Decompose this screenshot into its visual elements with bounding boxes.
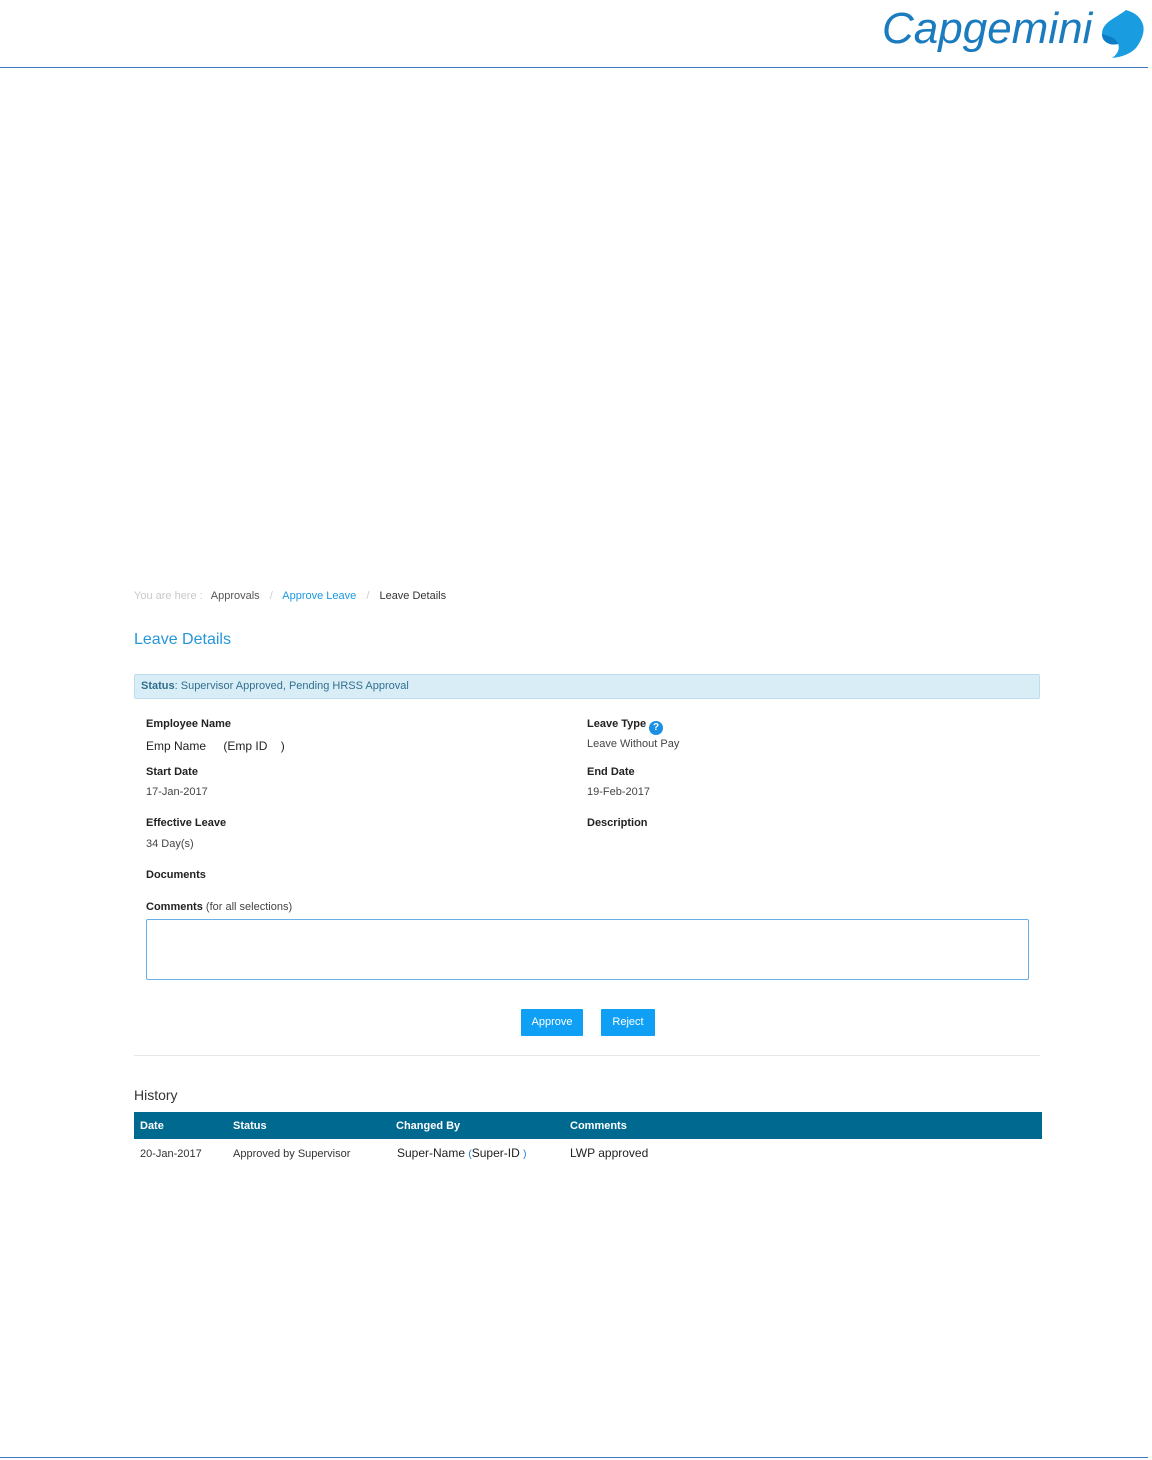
effective-leave-label: Effective Leave [146,817,227,829]
start-date-value: 17-Jan-2017 [146,786,208,798]
logo-wordmark: Capgemini [882,4,1094,53]
start-date-label: Start Date [146,766,198,778]
comments-label: Comments [146,901,203,913]
history-comments-cell: LWP approved [570,1146,649,1160]
history-title: History [134,1087,178,1103]
capgemini-logo: Capgemini [880,2,1148,64]
employee-id-open: (Emp ID [223,739,268,753]
approve-button[interactable]: Approve [521,1009,583,1036]
employee-name-label: Employee Name [146,718,231,730]
employee-name-value: Emp Name (Emp ID ) [146,739,285,753]
page-title: Leave Details [134,631,231,648]
history-table: Date Status Changed By Comments 20-Jan-2… [134,1112,1042,1167]
employee-id-close: ) [280,739,285,753]
spade-icon [1102,10,1144,58]
history-date-cell: 20-Jan-2017 [140,1148,202,1160]
documents-label: Documents [146,869,206,881]
comments-textarea[interactable] [146,919,1029,980]
help-icon[interactable]: ? [649,721,664,735]
breadcrumb-separator: / [366,590,370,602]
history-status-cell: Approved by Supervisor [233,1148,351,1160]
breadcrumb-prefix: You are here : [134,590,203,602]
history-changed-by-cell: Super-Name (Super-ID ) [397,1146,526,1160]
comments-note: (for all selections) [205,901,293,913]
comments-label-wrap: Comments (for all selections) [146,901,292,913]
leave-type-label-wrap: Leave Type? [587,718,664,735]
column-header-status[interactable]: Status [233,1120,267,1132]
column-header-date[interactable]: Date [140,1120,164,1132]
changed-by-id: Super-ID [471,1146,520,1160]
end-date-value: 19-Feb-2017 [587,786,650,798]
history-table-header: Date Status Changed By Comments [134,1112,1042,1139]
leave-type-label: Leave Type [587,718,647,730]
effective-leave-value: 34 Day(s) [146,838,194,850]
status-label: Status [141,680,175,692]
reject-button[interactable]: Reject [601,1009,655,1036]
changed-by-name: Super-Name [397,1146,466,1160]
section-divider [134,1055,1040,1056]
breadcrumb-approve-leave[interactable]: Approve Leave [282,590,356,602]
header-divider [0,67,1148,68]
employee-name: Emp Name [146,739,207,753]
description-label: Description [587,817,648,829]
table-row: 20-Jan-2017 Approved by Supervisor Super… [134,1139,1042,1167]
column-header-comments[interactable]: Comments [570,1120,627,1132]
breadcrumb: You are here : Approvals / Approve Leave… [134,590,446,602]
status-value: : Supervisor Approved, Pending HRSS Appr… [174,680,409,692]
breadcrumb-approvals[interactable]: Approvals [211,590,260,602]
changed-by-close: ) [523,1149,527,1160]
column-header-changed-by[interactable]: Changed By [396,1120,460,1132]
breadcrumb-separator: / [269,590,273,602]
breadcrumb-leave-details: Leave Details [379,590,447,602]
status-alert: Status: Supervisor Approved, Pending HRS… [134,674,1040,699]
footer-divider [0,1457,1148,1458]
end-date-label: End Date [587,766,635,778]
leave-type-value: Leave Without Pay [587,738,680,750]
